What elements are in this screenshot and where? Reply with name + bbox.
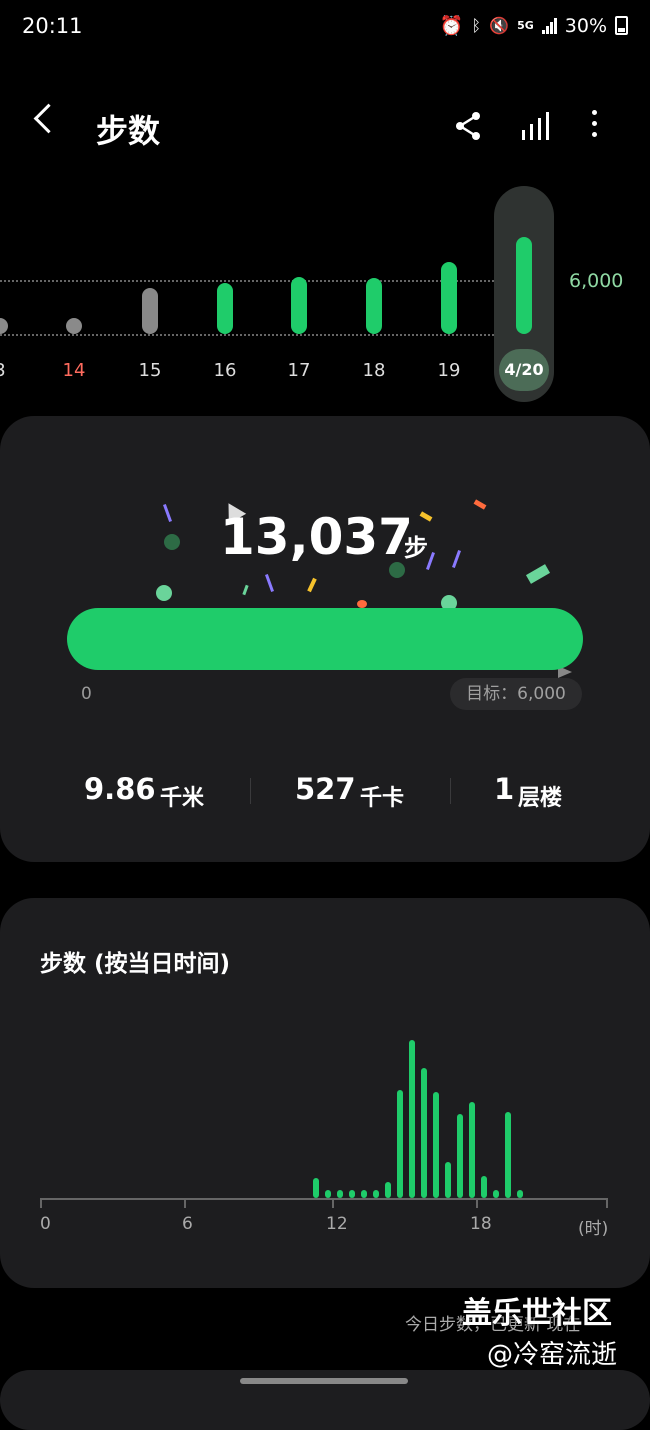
week-day-bar[interactable] [217,283,233,334]
floors-value: 1 [494,772,515,806]
week-day-label[interactable]: 14 [54,360,94,381]
hourly-bar [313,1178,319,1198]
progress-start-label: 0 [81,684,92,704]
hourly-bar [397,1090,403,1198]
hourly-bar [517,1190,523,1198]
week-day-bar[interactable] [366,278,382,334]
mute-icon: 🔇 [489,16,510,35]
week-day-bar[interactable] [291,277,307,334]
week-day-label[interactable]: 18 [354,360,394,381]
week-day-label[interactable]: 19 [429,360,469,381]
steps-count: 13,037 [220,508,413,566]
hourly-bar [373,1190,379,1198]
more-icon[interactable] [592,110,598,143]
hourly-bar [505,1112,511,1198]
stat-divider [450,778,451,804]
hourly-steps-title: 步数 (按当日时间) [40,951,231,977]
week-day-label[interactable]: 3 [0,360,20,381]
watermark-title: 盖乐世社区 [462,1296,612,1331]
week-day-label[interactable]: 16 [205,360,245,381]
hourly-bar [469,1102,475,1198]
signal-icon [541,17,557,34]
axis-tick [332,1198,334,1208]
hourly-bar [361,1190,367,1198]
axis-tick [40,1198,42,1208]
goal-line [0,280,494,282]
selected-date-chip[interactable]: 4/20 [499,349,549,391]
share-icon[interactable] [452,108,488,144]
goal-badge[interactable]: 目标：6,000 [450,678,582,710]
battery-text: 30% [564,14,607,37]
steps-progress-bar [67,608,583,670]
calories-unit: 千卡 [360,786,405,811]
axis-tick [606,1198,608,1208]
week-day-bar[interactable] [516,237,532,334]
axis-label-0: 0 [40,1214,51,1234]
calories-value: 527 [295,772,356,806]
hourly-bar [385,1182,391,1198]
axis-unit-label: (时) [578,1219,609,1239]
axis-label-18: 18 [470,1214,492,1234]
hourly-bar [325,1190,331,1198]
hourly-bar [421,1068,427,1198]
axis-label-6: 6 [182,1214,193,1234]
week-day-dot[interactable] [0,318,8,334]
hourly-bar [409,1040,415,1198]
hourly-bar [493,1190,499,1198]
goal-line-label: 6,000 [569,270,624,292]
status-time: 20:11 [22,14,83,38]
hourly-bar [445,1162,451,1198]
hourly-bar [337,1190,343,1198]
stat-divider [250,778,251,804]
distance-unit: 千米 [160,786,205,811]
battery-icon [615,16,628,35]
stats-icon[interactable] [518,108,554,144]
hourly-bar [349,1190,355,1198]
baseline [0,334,494,336]
floors-unit: 层楼 [518,786,563,811]
hourly-bar [481,1176,487,1198]
alarm-icon: ⏰ [439,15,464,37]
hourly-bar [457,1114,463,1198]
home-indicator[interactable] [240,1378,408,1384]
watermark-user: @冷窑流逝 [487,1340,618,1370]
week-day-label[interactable]: 17 [279,360,319,381]
distance-value: 9.86 [84,772,156,806]
back-icon[interactable] [33,103,64,134]
axis-tick [476,1198,478,1208]
hourly-bar [433,1092,439,1198]
week-day-bar[interactable] [142,288,158,334]
axis-tick [184,1198,186,1208]
hourly-x-axis [40,1198,608,1200]
steps-unit: 步 [404,534,428,562]
page-title: 步数 [96,112,161,150]
bluetooth-icon: ᛒ [471,16,482,35]
axis-label-12: 12 [326,1214,348,1234]
network-label: 5G [517,19,534,32]
week-day-dot[interactable] [66,318,82,334]
week-day-bar[interactable] [441,262,457,334]
status-icons: ⏰ ᛒ 🔇 5G 30% [440,14,628,37]
week-day-label[interactable]: 15 [130,360,170,381]
